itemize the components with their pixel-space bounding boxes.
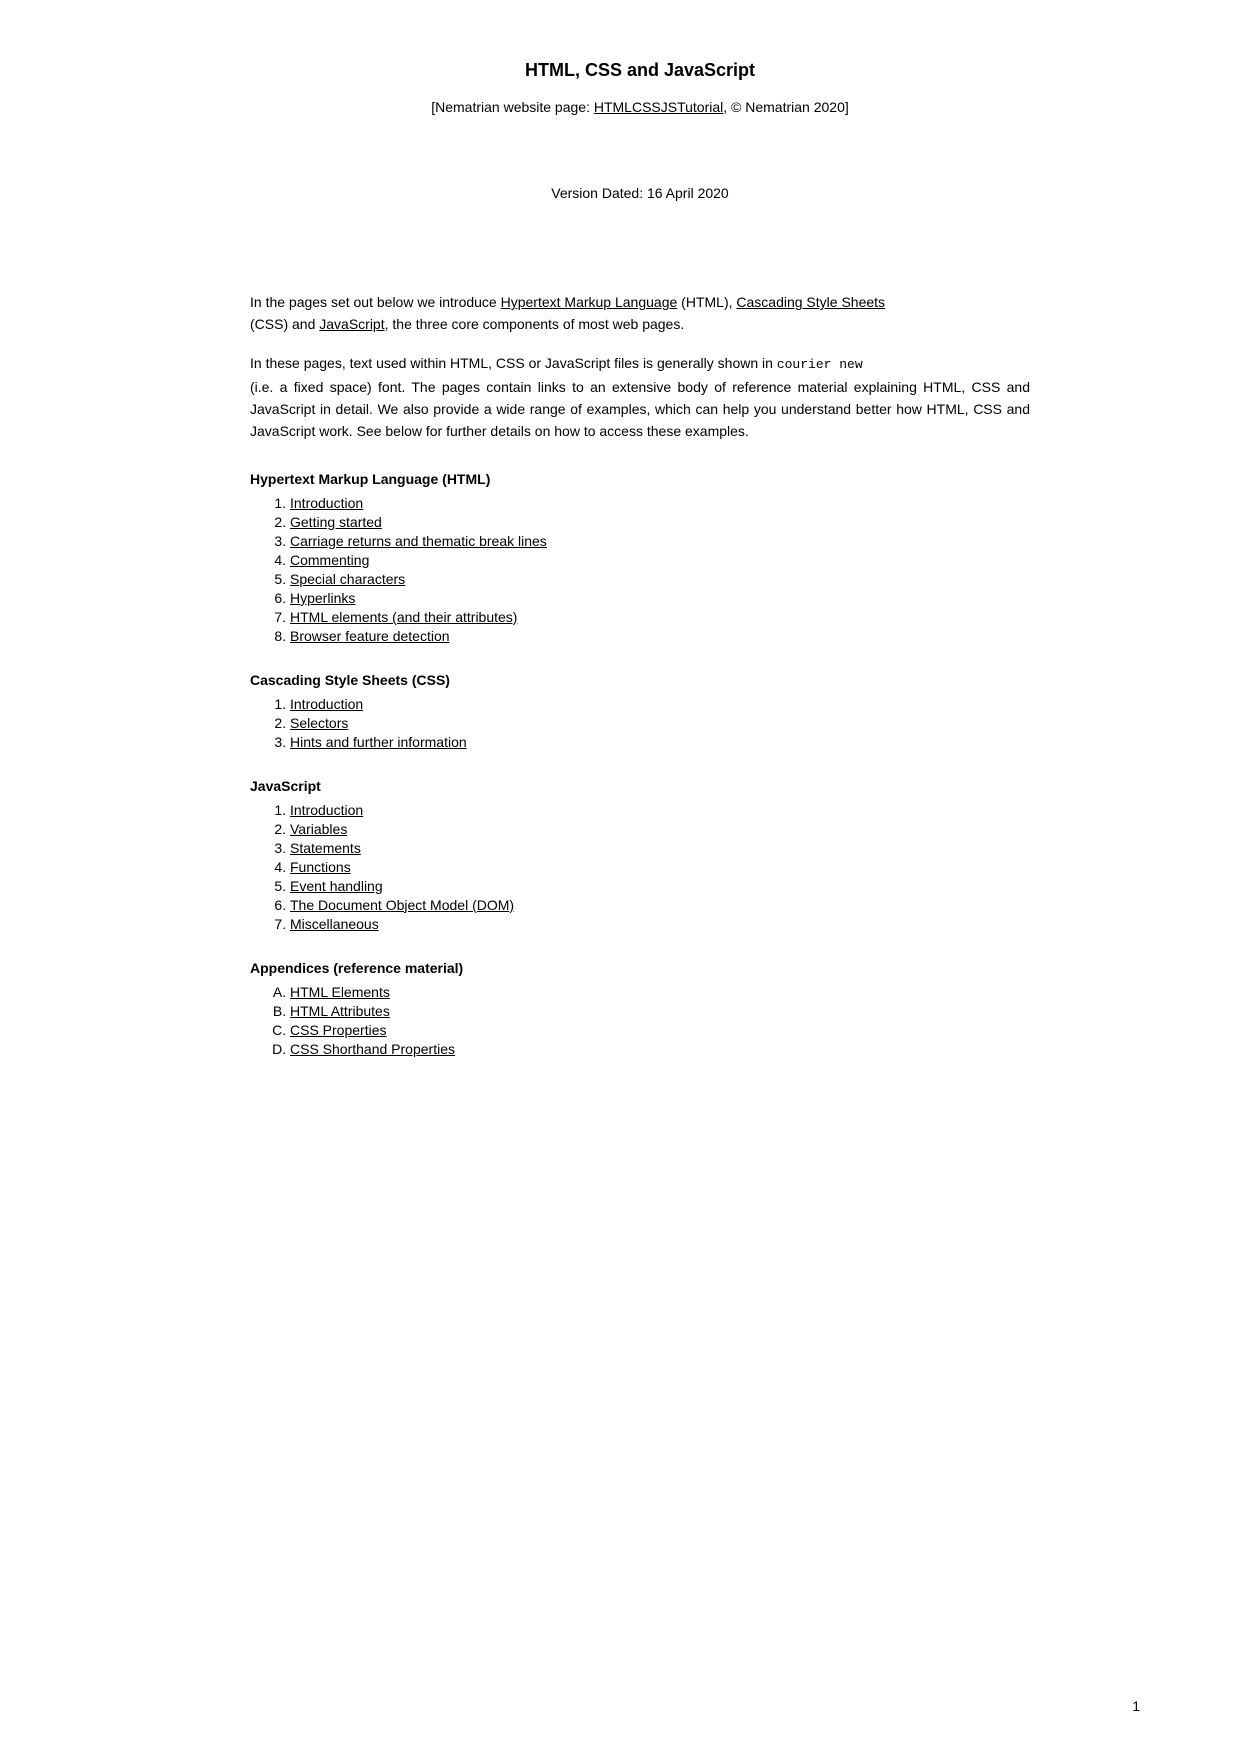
appendices-section-heading: Appendices (reference material)	[250, 960, 1030, 976]
css-item-1[interactable]: Introduction	[290, 696, 363, 712]
intro-p1-mid2-start: (CSS) and	[250, 316, 319, 332]
list-item: Carriage returns and thematic break line…	[290, 533, 1030, 549]
html-item-6[interactable]: Hyperlinks	[290, 590, 355, 606]
js-item-2[interactable]: Variables	[290, 821, 347, 837]
list-item: CSS Shorthand Properties	[290, 1041, 1030, 1057]
js-item-7[interactable]: Miscellaneous	[290, 916, 379, 932]
html-section: Hypertext Markup Language (HTML) Introdu…	[250, 471, 1030, 644]
html-item-7[interactable]: HTML elements (and their attributes)	[290, 609, 517, 625]
css-item-3[interactable]: Hints and further information	[290, 734, 467, 750]
list-item: Variables	[290, 821, 1030, 837]
appendices-section: Appendices (reference material) HTML Ele…	[250, 960, 1030, 1057]
html-link[interactable]: Hypertext Markup Language	[501, 294, 678, 310]
list-item: Selectors	[290, 715, 1030, 731]
js-item-3[interactable]: Statements	[290, 840, 361, 856]
css-list: Introduction Selectors Hints and further…	[290, 696, 1030, 750]
appendix-b[interactable]: HTML Attributes	[290, 1003, 390, 1019]
html-item-2[interactable]: Getting started	[290, 514, 382, 530]
css-section-heading: Cascading Style Sheets (CSS)	[250, 672, 1030, 688]
list-item: HTML Attributes	[290, 1003, 1030, 1019]
intro-paragraph-2: In these pages, text used within HTML, C…	[250, 352, 1030, 443]
list-item: Hyperlinks	[290, 590, 1030, 606]
list-item: The Document Object Model (DOM)	[290, 897, 1030, 913]
list-item: Introduction	[290, 696, 1030, 712]
list-item: Introduction	[290, 495, 1030, 511]
code-sample: courier new	[777, 357, 863, 372]
appendix-a[interactable]: HTML Elements	[290, 984, 390, 1000]
js-item-5[interactable]: Event handling	[290, 878, 383, 894]
appendix-c[interactable]: CSS Properties	[290, 1022, 386, 1038]
appendices-list: HTML Elements HTML Attributes CSS Proper…	[290, 984, 1030, 1057]
list-item: Special characters	[290, 571, 1030, 587]
intro-p2-before: In these pages, text used within HTML, C…	[250, 355, 777, 371]
html-item-8[interactable]: Browser feature detection	[290, 628, 450, 644]
subtitle-suffix: , © Nematrian 2020]	[723, 99, 849, 115]
list-item: HTML Elements	[290, 984, 1030, 1000]
subtitle-text: [Nematrian website page:	[431, 99, 594, 115]
list-item: Functions	[290, 859, 1030, 875]
js-item-4[interactable]: Functions	[290, 859, 351, 875]
appendix-d[interactable]: CSS Shorthand Properties	[290, 1041, 455, 1057]
list-item: Browser feature detection	[290, 628, 1030, 644]
html-item-1[interactable]: Introduction	[290, 495, 363, 511]
subtitle-link[interactable]: HTMLCSSJSTutorial	[594, 99, 723, 115]
javascript-section-heading: JavaScript	[250, 778, 1030, 794]
html-item-5[interactable]: Special characters	[290, 571, 405, 587]
list-item: Hints and further information	[290, 734, 1030, 750]
css-section: Cascading Style Sheets (CSS) Introductio…	[250, 672, 1030, 750]
javascript-section: JavaScript Introduction Variables Statem…	[250, 778, 1030, 932]
js-link[interactable]: JavaScript	[319, 316, 384, 332]
list-item: Statements	[290, 840, 1030, 856]
intro-p2-after: (i.e. a fixed space) font. The pages con…	[250, 379, 1030, 440]
html-list: Introduction Getting started Carriage re…	[290, 495, 1030, 644]
html-item-3[interactable]: Carriage returns and thematic break line…	[290, 533, 547, 549]
list-item: Commenting	[290, 552, 1030, 568]
list-item: HTML elements (and their attributes)	[290, 609, 1030, 625]
intro-paragraph-1: In the pages set out below we introduce …	[250, 291, 1030, 336]
list-item: Getting started	[290, 514, 1030, 530]
page-title: HTML, CSS and JavaScript	[250, 60, 1030, 81]
version-text: Version Dated: 16 April 2020	[250, 185, 1030, 201]
javascript-list: Introduction Variables Statements Functi…	[290, 802, 1030, 932]
css-item-2[interactable]: Selectors	[290, 715, 348, 731]
intro-p1-before: In the pages set out below we introduce	[250, 294, 501, 310]
js-item-1[interactable]: Introduction	[290, 802, 363, 818]
html-item-4[interactable]: Commenting	[290, 552, 369, 568]
html-section-heading: Hypertext Markup Language (HTML)	[250, 471, 1030, 487]
subtitle: [Nematrian website page: HTMLCSSJSTutori…	[250, 99, 1030, 115]
list-item: Event handling	[290, 878, 1030, 894]
intro-p1-after: , the three core components of most web …	[385, 316, 685, 332]
js-item-6[interactable]: The Document Object Model (DOM)	[290, 897, 514, 913]
intro-p1-mid1: (HTML),	[677, 294, 736, 310]
list-item: Miscellaneous	[290, 916, 1030, 932]
list-item: CSS Properties	[290, 1022, 1030, 1038]
list-item: Introduction	[290, 802, 1030, 818]
css-link[interactable]: Cascading Style Sheets	[736, 294, 885, 310]
page-number: 1	[1132, 1698, 1140, 1714]
